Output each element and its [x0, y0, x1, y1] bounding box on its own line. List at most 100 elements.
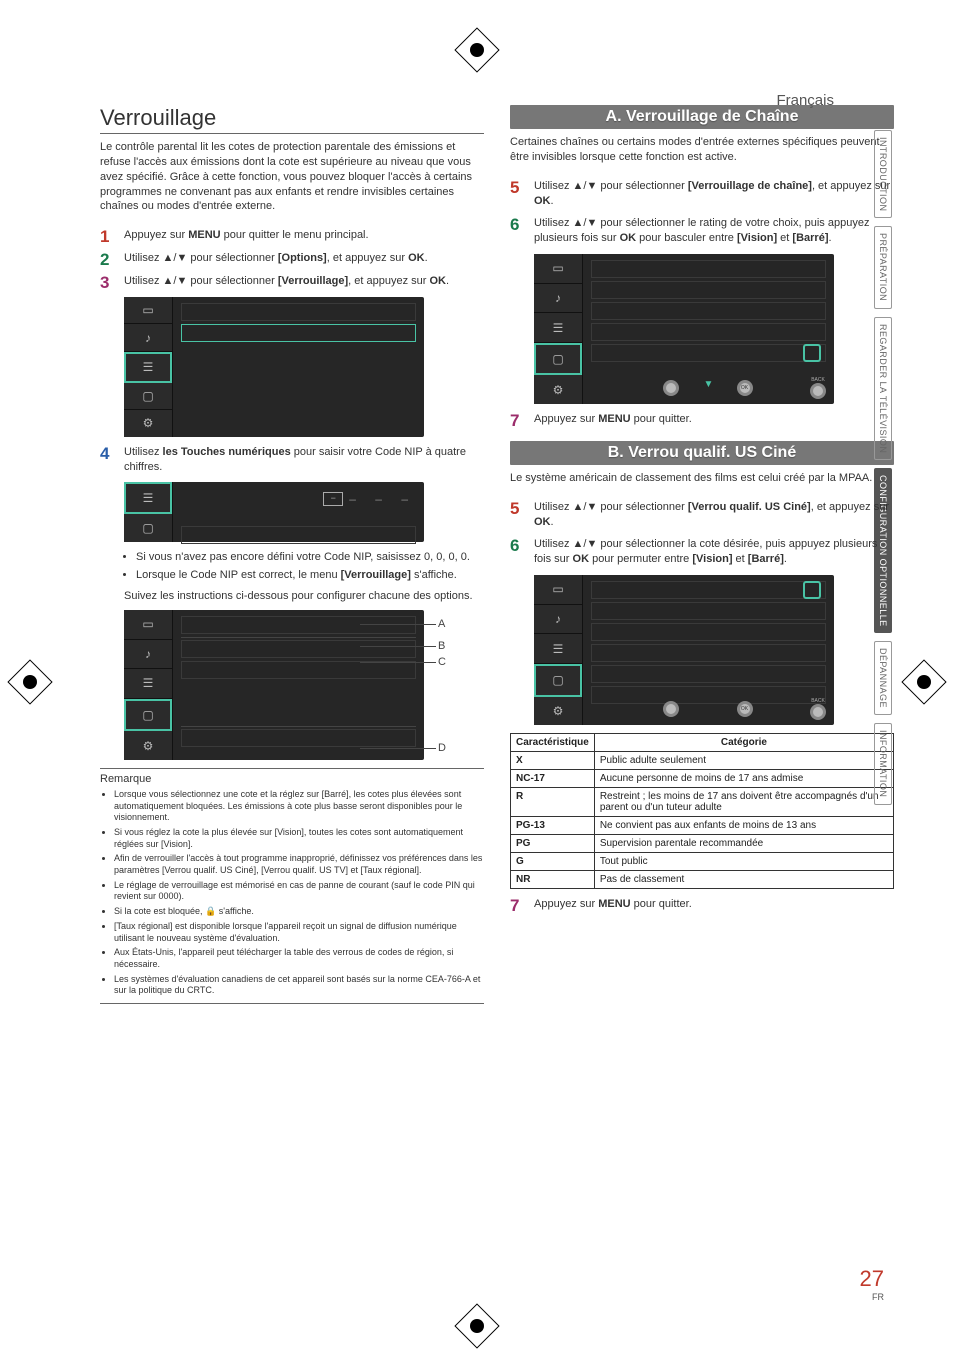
- note-item: Le réglage de verrouillage est mémorisé …: [114, 880, 484, 903]
- text: pour basculer entre: [636, 232, 737, 244]
- notes-list: Lorsque vous sélectionnez une cote et la…: [114, 789, 484, 997]
- text: .: [446, 275, 449, 287]
- table-header-feature: Caractéristique: [511, 734, 595, 752]
- ok-key: OK: [429, 275, 446, 287]
- follow-text: Suivez les instructions ci-dessous pour …: [124, 589, 484, 604]
- text: Utilisez ▲/▼ pour sélectionner: [124, 252, 278, 264]
- banner-b: B. Verrou qualif. US Ciné: [510, 441, 894, 465]
- bullet-pin-default: Si vous n'avez pas encore défini votre C…: [136, 550, 484, 565]
- step-3: 3 Utilisez ▲/▼ pour sélectionner [Verrou…: [100, 274, 484, 289]
- ok-key: OK: [573, 553, 590, 565]
- nav-key-icon: [663, 701, 679, 717]
- text: Utilisez ▲/▼ pour sélectionner: [534, 180, 688, 192]
- menu-key: MENU: [598, 413, 630, 425]
- setup-icon: ⚙: [143, 739, 154, 753]
- text: , et appuyez sur: [811, 501, 889, 513]
- options-icon: ☰: [553, 642, 564, 656]
- tv-us-cine-screenshot: ▭ ♪ ☰ ▢ ⚙ OK BACK: [534, 575, 834, 725]
- step-7b: 7 Appuyez sur MENU pour quitter.: [510, 897, 894, 912]
- tv-channel-lock-screenshot: ▭ ♪ ☰ ▢ ⚙ ▼ OK BACK: [534, 254, 834, 404]
- table-row: GTout public: [511, 853, 894, 871]
- back-key-icon: [810, 704, 826, 720]
- text: et: [733, 553, 748, 565]
- ok-key-icon: OK: [737, 380, 753, 396]
- text: Appuyez sur: [534, 413, 598, 425]
- ok-key: OK: [534, 516, 551, 528]
- page-number: 27 FR: [860, 1266, 884, 1302]
- text: Utilisez: [124, 446, 163, 458]
- options-label: [Options]: [278, 252, 327, 264]
- lock-icon: ▢: [552, 352, 563, 366]
- tab-watch-tv: REGARDER LA TÉLÉVISION: [874, 317, 892, 460]
- annotation-b: B: [438, 640, 445, 652]
- tv-pin-screenshot: ☰ ▢ −– – –: [124, 482, 424, 542]
- table-row: XPublic adulte seulement: [511, 752, 894, 770]
- section-title-verrouillage: Verrouillage: [100, 105, 484, 134]
- lock-indicator-icon: [803, 581, 821, 599]
- text: , et appuyez sur: [812, 180, 890, 192]
- us-cine-label: [Verrou qualif. US Ciné]: [688, 501, 811, 513]
- text: Utilisez ▲/▼ pour sélectionner: [124, 275, 278, 287]
- verrouillage-label: [Verrouillage]: [278, 275, 348, 287]
- step-5a: 5 Utilisez ▲/▼ pour sélectionner [Verrou…: [510, 179, 894, 209]
- intro-b: Le système américain de classement des f…: [510, 471, 894, 486]
- note-item: Les systèmes d'évaluation canadiens de c…: [114, 974, 484, 997]
- note-item: Si vous réglez la cote la plus élevée su…: [114, 827, 484, 850]
- note-heading: Remarque: [100, 768, 484, 785]
- sound-icon: ♪: [145, 331, 151, 345]
- annotation-d: D: [438, 742, 446, 754]
- note-item: Aux États-Unis, l'appareil peut téléchar…: [114, 947, 484, 970]
- tab-troubleshoot: DÉPANNAGE: [874, 641, 892, 715]
- picture-icon: ▭: [552, 261, 563, 275]
- setup-icon: ⚙: [553, 383, 564, 397]
- step-2: 2 Utilisez ▲/▼ pour sélectionner [Option…: [100, 251, 484, 266]
- table-row: NC-17Aucune personne de moins de 17 ans …: [511, 770, 894, 788]
- registration-mark-icon: [912, 670, 936, 694]
- text: pour permuter entre: [589, 553, 692, 565]
- text: s'affiche.: [411, 569, 457, 581]
- text: .: [829, 232, 832, 244]
- page-number-value: 27: [860, 1266, 884, 1292]
- barre-label: [Barré]: [748, 553, 784, 565]
- picture-icon: ▭: [142, 617, 153, 631]
- setup-icon: ⚙: [553, 704, 564, 718]
- barre-label: [Barré]: [792, 232, 828, 244]
- text: Utilisez ▲/▼ pour sélectionner: [534, 501, 688, 513]
- ok-key: OK: [534, 195, 551, 207]
- ok-key-icon: OK: [737, 701, 753, 717]
- step-1: 1 Appuyez sur MENU pour quitter le menu …: [100, 228, 484, 243]
- rating-table: Caractéristique Catégorie XPublic adulte…: [510, 733, 894, 889]
- registration-mark-icon: [18, 670, 42, 694]
- banner-a: A. Verrouillage de Chaîne: [510, 105, 894, 129]
- vision-label: [Vision]: [692, 553, 732, 565]
- step-6b: 6 Utilisez ▲/▼ pour sélectionner la cote…: [510, 537, 894, 567]
- intro-a: Certaines chaînes ou certains modes d'en…: [510, 135, 894, 165]
- step-6a: 6 Utilisez ▲/▼ pour sélectionner le rati…: [510, 216, 894, 246]
- note-item: [Taux régional] est disponible lorsque l…: [114, 921, 484, 944]
- verrouillage-label: [Verrouillage]: [341, 569, 411, 581]
- text: Lorsque le Code NIP est correct, le menu: [136, 569, 341, 581]
- annotation-c: C: [438, 656, 446, 668]
- picture-icon: ▭: [142, 303, 153, 317]
- left-column: Verrouillage Le contrôle parental lit le…: [100, 105, 484, 1004]
- back-key-icon: [810, 383, 826, 399]
- right-column: A. Verrouillage de Chaîne Certaines chaî…: [510, 105, 894, 1004]
- text: .: [425, 252, 428, 264]
- text: .: [551, 195, 554, 207]
- sound-icon: ♪: [555, 612, 561, 626]
- registration-mark-icon: [465, 1314, 489, 1338]
- text: Si vous n'avez pas encore défini votre C…: [136, 551, 470, 563]
- table-header-category: Catégorie: [594, 734, 893, 752]
- annotation-a: A: [438, 618, 445, 630]
- options-icon: ☰: [143, 491, 154, 505]
- text: .: [784, 553, 787, 565]
- text: , et appuyez sur: [348, 275, 429, 287]
- ok-key: OK: [620, 232, 637, 244]
- text: pour quitter.: [631, 898, 692, 910]
- sound-icon: ♪: [145, 647, 151, 661]
- bullet-pin-correct: Lorsque le Code NIP est correct, le menu…: [136, 568, 484, 583]
- language-label: Français: [776, 92, 834, 109]
- lock-icon: ▢: [552, 673, 563, 687]
- page-lang-code: FR: [860, 1292, 884, 1302]
- registration-mark-icon: [465, 38, 489, 62]
